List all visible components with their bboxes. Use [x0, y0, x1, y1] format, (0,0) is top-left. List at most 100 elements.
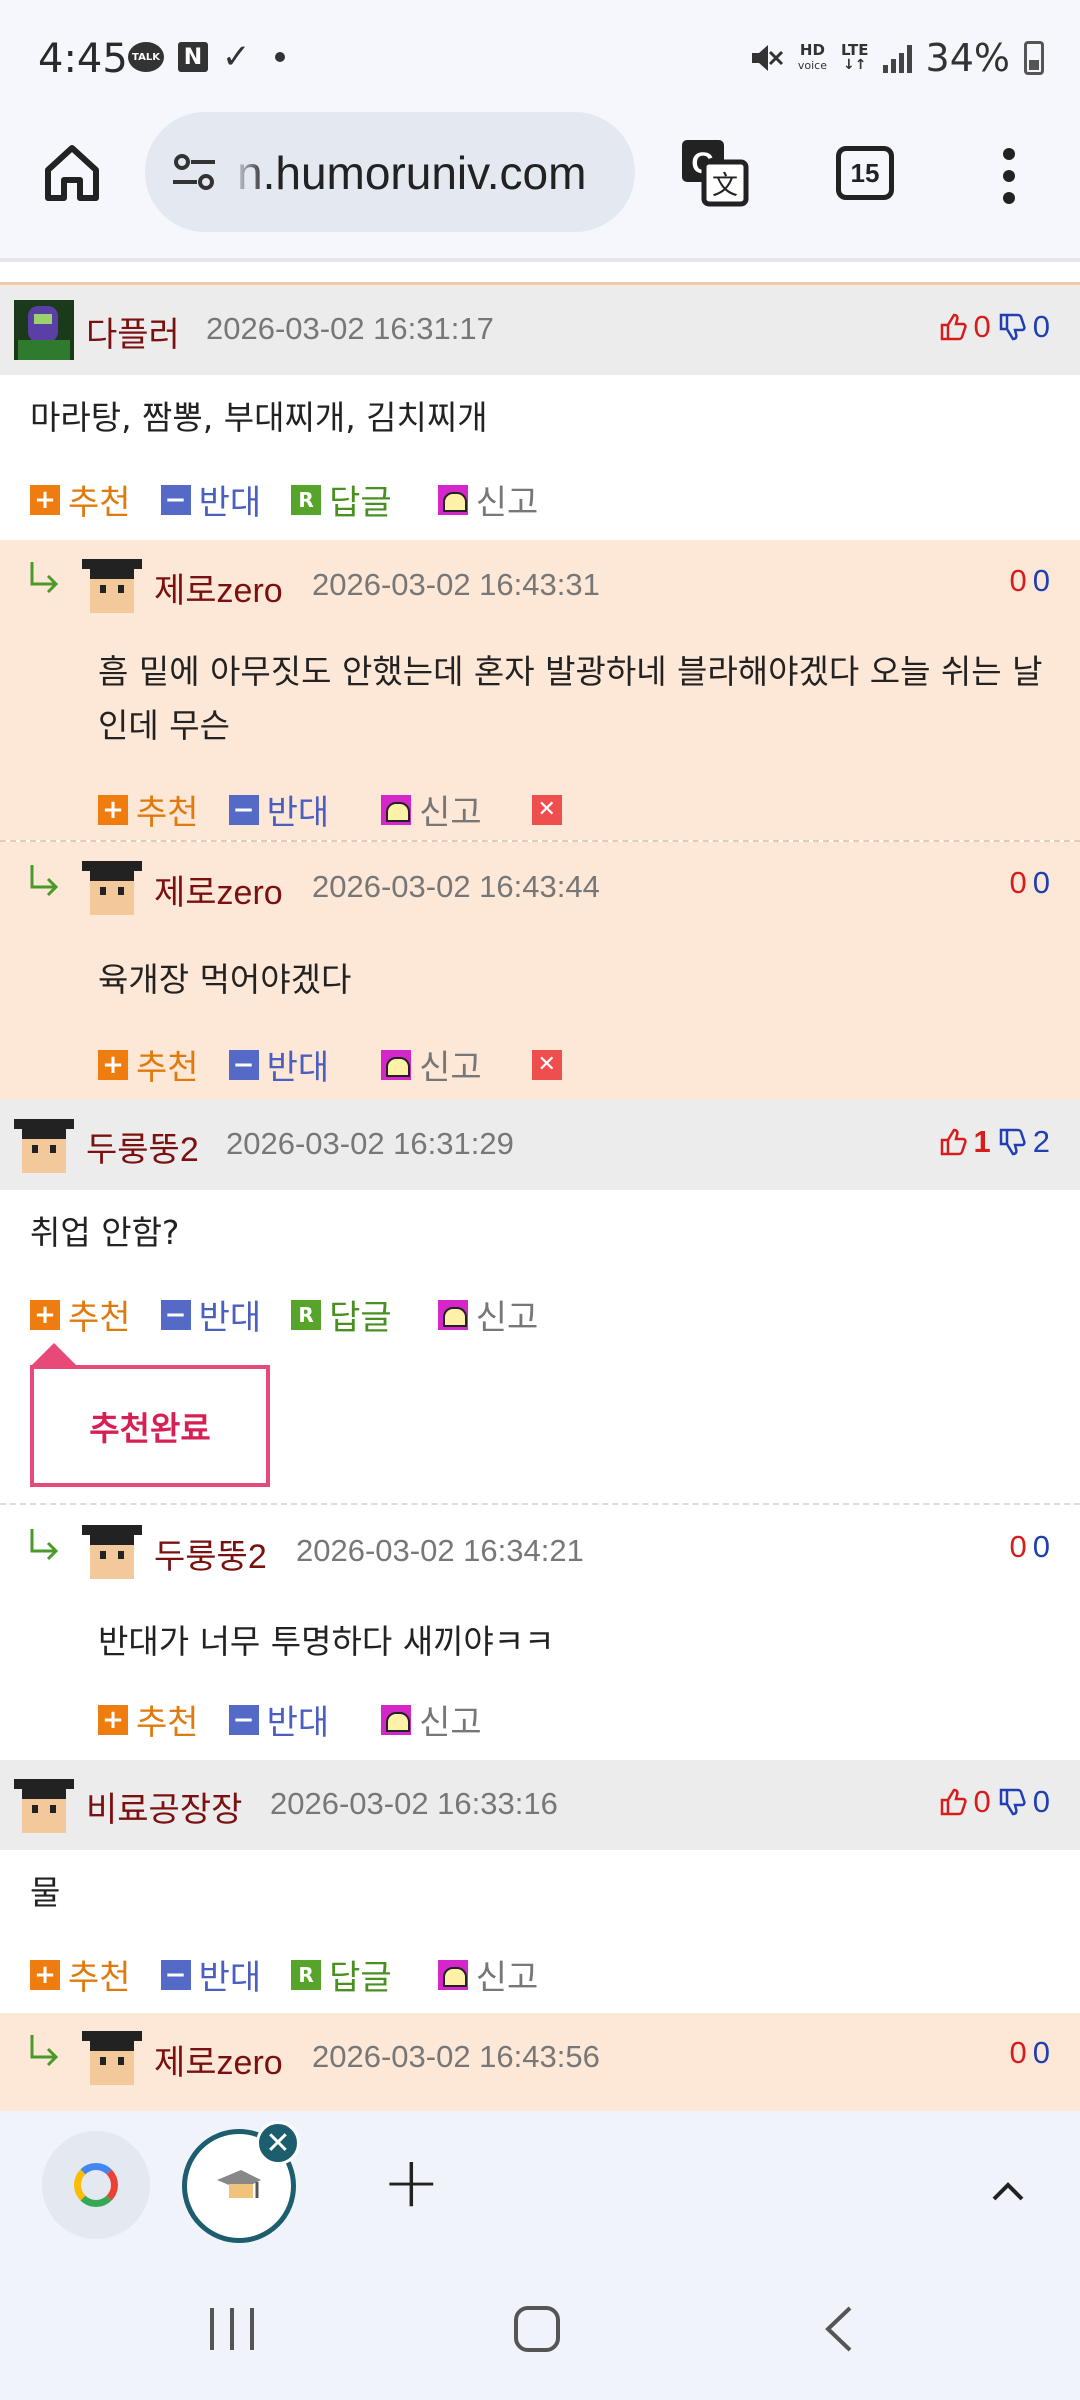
more-notifications-dot: [274, 52, 285, 62]
google-tab[interactable]: [42, 2131, 150, 2239]
reply-author[interactable]: 두룽뚱2: [154, 1529, 267, 1578]
tab-switcher-button[interactable]: 15: [836, 146, 894, 200]
url-fade: [231, 132, 267, 212]
close-icon: ✕: [531, 1049, 562, 1080]
report-button[interactable]: 신고: [381, 1695, 482, 1744]
back-icon[interactable]: [820, 2304, 856, 2354]
comment-actions: + 추천 − 반대 R 답글 신고: [30, 475, 568, 524]
reply-date: 2026-03-02 16:43:44: [312, 869, 600, 904]
report-button[interactable]: 신고: [381, 785, 482, 834]
oppose-button[interactable]: − 반대: [160, 1950, 261, 1999]
reply-button[interactable]: R 답글: [291, 1950, 392, 1999]
reply-author[interactable]: 제로zero: [154, 563, 283, 612]
avatar[interactable]: [82, 2027, 142, 2087]
oppose-label: 반대: [198, 483, 262, 523]
minus-icon: −: [160, 484, 191, 515]
home-icon[interactable]: [40, 140, 104, 204]
recommend-button[interactable]: + 추천: [98, 785, 199, 834]
comment-author[interactable]: 비료공장장: [86, 1782, 242, 1831]
close-icon: ✕: [531, 794, 562, 825]
thumb-up-icon: [940, 313, 967, 341]
oppose-label: 반대: [266, 1048, 330, 1088]
comment-header: 다플러 2026-03-02 16:31:17 0 0: [0, 285, 1080, 375]
delete-button[interactable]: ✕: [531, 794, 570, 825]
translate-icon[interactable]: G 文: [678, 136, 750, 208]
voice-label: voice: [797, 59, 827, 72]
add-icon[interactable]: +: [382, 2141, 441, 2223]
signal-icon: [882, 43, 912, 73]
report-button[interactable]: 신고: [437, 1290, 538, 1339]
reply-arrow-icon: [30, 865, 59, 897]
tune-icon[interactable]: [171, 152, 217, 192]
system-nav-bar: [0, 2256, 1080, 2400]
recommend-label: 추천: [136, 1048, 199, 1088]
plus-icon: +: [98, 794, 128, 825]
downvote-count: 0: [1032, 1529, 1050, 1564]
downvote-count: 0: [1032, 1784, 1050, 1819]
comment-author[interactable]: 두룽뚱2: [86, 1122, 199, 1171]
battery-icon: [1024, 41, 1044, 75]
more-vert-icon[interactable]: [994, 148, 1024, 204]
comment-text: 물: [30, 1873, 61, 1912]
siren-icon: [381, 1049, 412, 1080]
battery-percent: 34%: [925, 36, 1010, 80]
recommend-button[interactable]: + 추천: [98, 1040, 199, 1089]
reply-icon: R: [291, 1959, 322, 1990]
oppose-button[interactable]: − 반대: [228, 1040, 330, 1089]
avatar[interactable]: [14, 1115, 74, 1175]
report-button[interactable]: 신고: [437, 475, 538, 524]
minus-icon: −: [228, 1049, 259, 1080]
reply-label: 답글: [329, 1958, 392, 1998]
report-label: 신고: [419, 1048, 482, 1088]
comment-text: 마라탕, 짬뽕, 부대찌개, 김치찌개: [30, 398, 488, 437]
chevron-up-icon[interactable]: [990, 2173, 1026, 2209]
recents-icon[interactable]: [206, 2306, 258, 2352]
recommend-label: 추천: [68, 1958, 131, 1998]
comment-author[interactable]: 다플러: [86, 307, 180, 356]
recommend-button[interactable]: + 추천: [30, 475, 131, 524]
oppose-button[interactable]: − 반대: [228, 1695, 329, 1744]
oppose-button[interactable]: − 반대: [160, 475, 262, 524]
nav-home-icon[interactable]: [512, 2304, 562, 2354]
comment-date: 2026-03-02 16:31:29: [226, 1126, 514, 1161]
reply-button[interactable]: R 답글: [291, 475, 392, 524]
reply-author[interactable]: 제로zero: [154, 865, 283, 914]
close-icon[interactable]: ✕: [256, 2121, 300, 2165]
browser-toolbar: n.humoruniv.com G 文 15: [0, 110, 1080, 258]
recommend-button[interactable]: + 추천: [98, 1695, 199, 1744]
reply-author[interactable]: 제로zero: [154, 2035, 283, 2084]
avatar[interactable]: [82, 555, 142, 615]
reply-label: 답글: [329, 483, 392, 523]
recommend-label: 추천: [136, 793, 199, 833]
reply-date: 2026-03-02 16:43:31: [312, 567, 600, 602]
recommend-button[interactable]: + 추천: [30, 1290, 131, 1339]
report-label: 신고: [419, 793, 482, 833]
recommend-done-tooltip: 추천완료: [30, 1365, 270, 1487]
check-icon: ✓: [222, 37, 251, 77]
plus-icon: +: [30, 1959, 60, 1990]
address-bar[interactable]: n.humoruniv.com: [145, 112, 635, 232]
comment-header: 두룽뚱2 2026-03-02 16:31:29 1 2: [0, 1100, 1080, 1190]
thumb-up-icon: [940, 1788, 967, 1816]
reply-text: 흠 밑에 아무짓도 안했는데 혼자 발광하네 블라해야겠다 오늘 쉬는 날인데 …: [98, 652, 1043, 745]
avatar[interactable]: [82, 857, 142, 917]
lte-label: LTE: [840, 41, 869, 59]
comment-text: 취업 안함?: [30, 1213, 180, 1252]
recommend-button[interactable]: + 추천: [30, 1950, 131, 1999]
reply-button[interactable]: R 답글: [291, 1290, 392, 1339]
avatar[interactable]: [14, 1775, 74, 1835]
reply-arrow-icon: [30, 1529, 59, 1561]
vote-counts: 0 0: [1010, 1529, 1051, 1565]
avatar[interactable]: [14, 300, 74, 360]
tooltip-arrow: [32, 1343, 76, 1365]
thumb-down-icon: [999, 1788, 1026, 1816]
avatar[interactable]: [82, 1521, 142, 1581]
report-button[interactable]: 신고: [381, 1040, 482, 1089]
bottom-tab-strip: ✕ +: [0, 2111, 1080, 2256]
oppose-button[interactable]: − 반대: [160, 1290, 261, 1339]
recommend-label: 추천: [68, 1298, 131, 1338]
report-button[interactable]: 신고: [437, 1950, 538, 1999]
oppose-button[interactable]: − 반대: [228, 785, 329, 834]
delete-button[interactable]: ✕: [531, 1049, 570, 1080]
upvote-count: 0: [1009, 865, 1027, 900]
